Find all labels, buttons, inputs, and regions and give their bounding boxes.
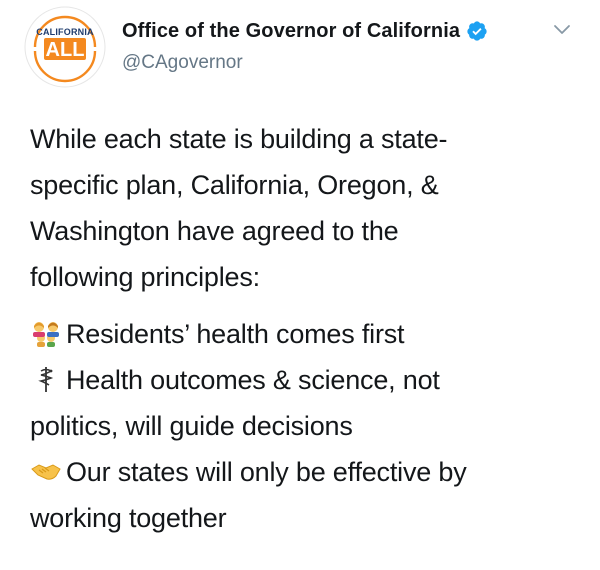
staff-of-aesculapius-icon xyxy=(38,367,54,392)
tweet-intro-line: Washington have agreed to the xyxy=(30,216,399,246)
principle-text: Our states will only be effective by xyxy=(66,457,467,487)
tweet-intro-line: While each state is building a state- xyxy=(30,124,448,154)
principle-item: Health outcomes & science, not xyxy=(30,357,575,403)
chevron-down-icon[interactable] xyxy=(552,22,572,36)
principles-list: Residents’ health comes first Health out… xyxy=(30,311,575,541)
california-all-logo-icon: CALIFORNIA ALL xyxy=(24,6,106,88)
account-handle[interactable]: @CAgovernor xyxy=(122,52,562,74)
principle-text: Health outcomes & science, not xyxy=(66,365,440,395)
principle-text: Residents’ health comes first xyxy=(66,319,405,349)
avatar[interactable]: CALIFORNIA ALL xyxy=(23,5,107,89)
principle-item: Residents’ health comes first xyxy=(30,311,575,357)
principle-item: Our states will only be effective by xyxy=(30,449,575,495)
family-emoji-icon xyxy=(33,322,59,347)
tweet-intro: While each state is building a state- sp… xyxy=(30,116,575,300)
tweet-text: While each state is building a state- sp… xyxy=(30,116,575,541)
principle-text-continued: working together xyxy=(30,503,227,533)
principle-text-continued: politics, will guide decisions xyxy=(30,411,353,441)
tweet-author: Office of the Governor of California @CA… xyxy=(122,16,562,74)
tweet-card: CALIFORNIA ALL Office of the Governor of… xyxy=(0,0,600,570)
tweet-intro-line: following principles: xyxy=(30,262,260,292)
name-row: Office of the Governor of California xyxy=(122,16,562,46)
tweet-intro-line: specific plan, California, Oregon, & xyxy=(30,170,439,200)
display-name[interactable]: Office of the Governor of California xyxy=(122,20,460,43)
svg-text:ALL: ALL xyxy=(46,39,85,61)
verified-badge-icon xyxy=(467,21,487,41)
svg-text:CALIFORNIA: CALIFORNIA xyxy=(36,27,94,37)
handshake-emoji-icon xyxy=(31,464,61,480)
